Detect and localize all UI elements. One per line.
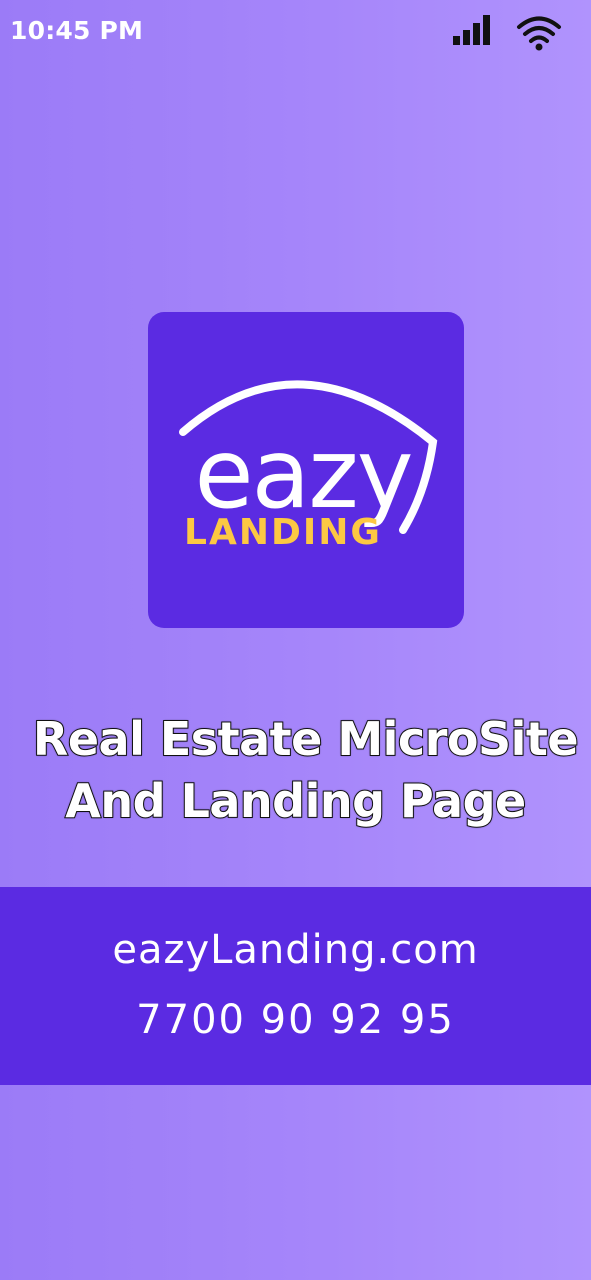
tagline-line-1: Real Estate MicroSite xyxy=(32,711,580,767)
phone-number[interactable]: 7700 90 92 95 xyxy=(0,997,591,1043)
website-link[interactable]: eazyLanding.com xyxy=(0,927,591,973)
app-logo: eazy LANDING xyxy=(148,312,464,628)
contact-band: eazyLanding.com 7700 90 92 95 xyxy=(0,887,591,1085)
logo-brand-bottom: LANDING xyxy=(184,512,382,553)
status-time: 10:45 PM xyxy=(10,16,144,45)
tagline-line-2: And Landing Page xyxy=(64,773,527,829)
status-bar: 10:45 PM xyxy=(0,0,591,62)
logo-graphic: eazy LANDING xyxy=(179,380,438,553)
wifi-icon xyxy=(517,16,561,51)
signal-icon xyxy=(453,15,490,45)
